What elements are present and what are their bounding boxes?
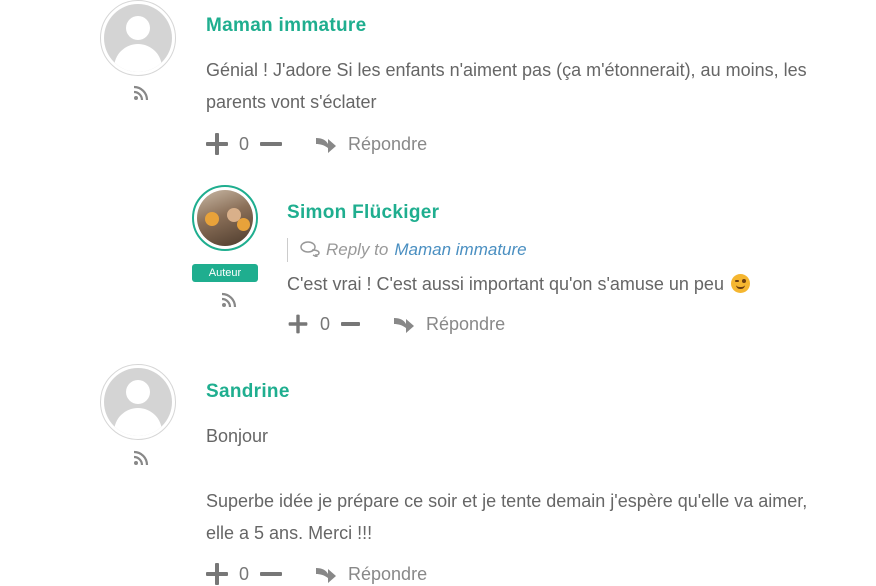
upvote-icon[interactable] bbox=[288, 314, 308, 334]
comment-actions: 0 Répondre bbox=[206, 132, 427, 156]
comment-author[interactable]: Maman immature bbox=[206, 15, 366, 37]
comment-actions: 0 Répondre bbox=[206, 562, 427, 586]
reply-arrow-icon[interactable] bbox=[314, 564, 338, 584]
vote-count: 0 bbox=[239, 133, 250, 154]
reply-button[interactable]: Répondre bbox=[348, 564, 427, 585]
comment-text-line: Bonjour bbox=[206, 426, 269, 446]
upvote-icon[interactable] bbox=[206, 563, 228, 585]
reply-to-prefix: Reply to bbox=[326, 240, 389, 259]
author-photo bbox=[197, 190, 253, 246]
rss-icon[interactable] bbox=[221, 292, 237, 308]
rss-icon[interactable] bbox=[133, 85, 149, 101]
comment-text: C'est vrai ! C'est aussi important qu'on… bbox=[287, 268, 750, 300]
comment-text-line: elle a 5 ans. Merci !!! bbox=[206, 523, 373, 543]
avatar[interactable] bbox=[100, 0, 176, 76]
reply-button[interactable]: Répondre bbox=[348, 134, 427, 155]
rss-icon[interactable] bbox=[133, 450, 149, 466]
comment-text-line: parents vont s'éclater bbox=[206, 92, 377, 112]
comment-actions: 0 Répondre bbox=[287, 312, 505, 336]
reply-to-indicator: Reply to Maman immature bbox=[287, 238, 527, 262]
downvote-icon[interactable] bbox=[260, 142, 283, 146]
author-badge: Auteur bbox=[192, 264, 258, 282]
comment-author[interactable]: Simon Flückiger bbox=[287, 202, 439, 224]
downvote-icon[interactable] bbox=[341, 322, 361, 326]
reply-arrow-icon[interactable] bbox=[314, 134, 338, 154]
reply-button[interactable]: Répondre bbox=[426, 314, 505, 335]
reply-to-link[interactable]: Maman immature bbox=[394, 240, 526, 259]
winking-face-icon bbox=[730, 274, 750, 293]
vote-count: 0 bbox=[320, 313, 331, 334]
comment-text-line: Superbe idée je prépare ce soir et je te… bbox=[206, 491, 808, 511]
chat-bubbles-icon bbox=[300, 241, 320, 259]
comment-author[interactable]: Sandrine bbox=[206, 381, 290, 403]
reply-arrow-icon[interactable] bbox=[392, 314, 416, 334]
author-avatar[interactable] bbox=[192, 185, 258, 251]
downvote-icon[interactable] bbox=[260, 572, 283, 576]
comment-text-content: C'est vrai ! C'est aussi important qu'on… bbox=[287, 274, 724, 294]
comment-text-line: Génial ! J'adore Si les enfants n'aiment… bbox=[206, 60, 807, 80]
upvote-icon[interactable] bbox=[206, 133, 228, 155]
vote-count: 0 bbox=[239, 563, 250, 584]
avatar[interactable] bbox=[100, 364, 176, 440]
